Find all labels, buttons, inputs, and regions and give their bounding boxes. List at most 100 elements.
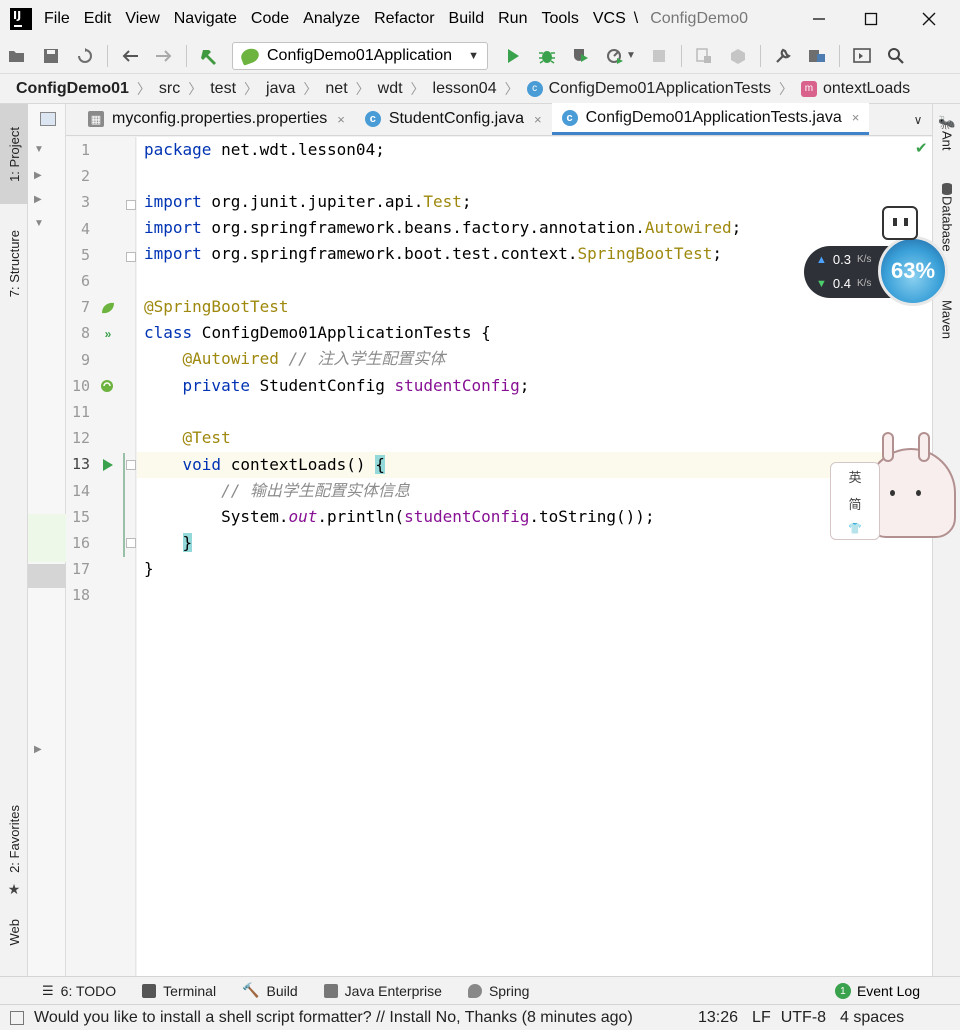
- menu-build[interactable]: Build: [449, 10, 485, 28]
- run-all-tests-icon[interactable]: »: [100, 326, 116, 342]
- debug-icon[interactable]: [536, 45, 558, 67]
- line-separator[interactable]: LF: [752, 1009, 771, 1027]
- line-number: 8: [80, 324, 90, 343]
- database-tool-tab[interactable]: Database: [933, 182, 960, 252]
- ant-tool-tab[interactable]: 🐜 Ant: [933, 114, 960, 151]
- tab-label: StudentConfig.java: [388, 110, 525, 127]
- menu-analyze[interactable]: Analyze: [303, 10, 360, 28]
- code-line-15: System.out.println(studentConfig.toStrin…: [144, 507, 655, 526]
- todo-tool-tab[interactable]: ☰ 6: TODO: [42, 983, 116, 999]
- ime-mode-sign[interactable]: 英 简 👕: [830, 462, 880, 540]
- breadcrumb: ConfigDemo01 〉 src 〉 test 〉 java 〉 net 〉…: [0, 74, 960, 104]
- back-arrow-icon[interactable]: [119, 45, 141, 67]
- menu-tools[interactable]: Tools: [541, 10, 578, 28]
- stop-icon[interactable]: [648, 45, 670, 67]
- fold-marker-icon[interactable]: [126, 460, 136, 470]
- tree-collapse-icon[interactable]: ▶: [34, 744, 42, 755]
- status-message[interactable]: Would you like to install a shell script…: [34, 1009, 684, 1027]
- tree-selected-row[interactable]: [28, 564, 66, 588]
- breadcrumb-src[interactable]: src: [159, 80, 180, 98]
- ime-language-indicator[interactable]: 英: [848, 467, 861, 486]
- menu-run[interactable]: Run: [498, 10, 527, 28]
- open-folder-icon[interactable]: [6, 45, 28, 67]
- spring-tool-tab[interactable]: Spring: [467, 983, 529, 999]
- java-enterprise-tool-tab[interactable]: Java Enterprise: [323, 983, 442, 999]
- ime-shirt-icon[interactable]: 👕: [848, 522, 862, 535]
- attach-debugger-icon[interactable]: [693, 45, 715, 67]
- build-hammer-icon[interactable]: [198, 45, 220, 67]
- sync-icon[interactable]: [74, 45, 96, 67]
- ime-script-indicator[interactable]: 简: [848, 494, 861, 513]
- run-icon[interactable]: [502, 45, 524, 67]
- close-icon[interactable]: ×: [852, 110, 860, 125]
- close-icon[interactable]: ×: [337, 112, 345, 127]
- tree-collapse-icon[interactable]: ▶: [34, 170, 42, 181]
- breadcrumb-test[interactable]: test: [210, 80, 236, 98]
- minimize-icon: [813, 18, 825, 20]
- tab-configdemo01applicationtests[interactable]: c ConfigDemo01ApplicationTests.java ×: [551, 103, 870, 135]
- menu-window[interactable]: \: [634, 10, 638, 28]
- menu-vcs[interactable]: VCS: [593, 10, 626, 28]
- save-all-icon[interactable]: [40, 45, 62, 67]
- menu-refactor[interactable]: Refactor: [374, 10, 434, 28]
- caret-position[interactable]: 13:26: [698, 1009, 738, 1027]
- fold-marker-icon[interactable]: [126, 200, 136, 210]
- close-icon[interactable]: ×: [534, 112, 542, 127]
- structure-tool-tab[interactable]: 7: Structure: [0, 214, 28, 314]
- web-tool-tab[interactable]: Web: [0, 912, 28, 952]
- ime-floating-toolbar[interactable]: 英 简 👕: [826, 432, 956, 544]
- fold-marker-icon[interactable]: [126, 252, 136, 262]
- menu-navigate[interactable]: Navigate: [174, 10, 237, 28]
- breadcrumb-class[interactable]: ConfigDemo01ApplicationTests: [549, 80, 771, 98]
- forward-arrow-icon[interactable]: [153, 45, 175, 67]
- minimize-button[interactable]: [808, 8, 830, 30]
- line-number: 4: [80, 219, 90, 238]
- breadcrumb-wdt[interactable]: wdt: [378, 80, 403, 98]
- search-icon[interactable]: [885, 45, 907, 67]
- fold-marker-icon[interactable]: [126, 538, 136, 548]
- deploy-icon[interactable]: [727, 45, 749, 67]
- menu-code[interactable]: Code: [251, 10, 289, 28]
- run-test-icon[interactable]: [100, 457, 116, 473]
- breadcrumb-method[interactable]: ontextLoads: [823, 80, 910, 98]
- line-number: 5: [80, 245, 90, 264]
- intellij-logo-icon: IJ: [10, 8, 32, 30]
- run-with-coverage-icon[interactable]: [570, 45, 592, 67]
- build-tool-tab[interactable]: 🔨 Build: [242, 982, 298, 999]
- panel-layout-icon[interactable]: [40, 112, 56, 126]
- menu-file[interactable]: File: [44, 10, 70, 28]
- tree-expand-icon[interactable]: ▼: [34, 144, 44, 155]
- tree-collapse-icon[interactable]: ▶: [34, 194, 42, 205]
- project-panel: ▼ ▶ ▶ ▼ ▶: [28, 104, 66, 976]
- maven-tool-tab[interactable]: Maven: [933, 300, 960, 339]
- memory-usage-gauge[interactable]: 63%: [878, 236, 948, 306]
- breadcrumb-lesson04[interactable]: lesson04: [433, 80, 497, 98]
- tab-studentconfig[interactable]: c StudentConfig.java ×: [355, 103, 552, 135]
- profile-dropdown-icon[interactable]: ▼: [626, 45, 636, 67]
- close-button[interactable]: [918, 8, 940, 30]
- maximize-button[interactable]: [860, 8, 882, 30]
- breadcrumb-java[interactable]: java: [266, 80, 295, 98]
- menu-edit[interactable]: Edit: [84, 10, 112, 28]
- breadcrumb-project[interactable]: ConfigDemo01: [16, 80, 129, 98]
- presentation-mode-icon[interactable]: [851, 45, 873, 67]
- menu-view[interactable]: View: [125, 10, 159, 28]
- indent-setting[interactable]: 4 spaces: [840, 1009, 904, 1027]
- file-encoding[interactable]: UTF-8: [781, 1009, 826, 1027]
- settings-wrench-icon[interactable]: [772, 45, 794, 67]
- tree-expand-icon[interactable]: ▼: [34, 218, 44, 229]
- profile-icon[interactable]: [604, 45, 626, 67]
- spring-bean-icon[interactable]: [100, 300, 116, 316]
- run-configuration-select[interactable]: ConfigDemo01Application ▼: [232, 41, 488, 70]
- status-panel-toggle[interactable]: [10, 1010, 24, 1025]
- breadcrumb-net[interactable]: net: [325, 80, 347, 98]
- project-tool-tab[interactable]: 1: Project: [0, 104, 28, 204]
- tabs-overflow-chevron-icon[interactable]: ∨: [904, 104, 932, 136]
- event-log-tool-tab[interactable]: 1 Event Log: [834, 977, 920, 1005]
- tab-myconfig-properties[interactable]: ▦ myconfig.properties.properties ×: [66, 103, 355, 135]
- terminal-tool-tab[interactable]: Terminal: [142, 983, 216, 999]
- favorites-tool-tab[interactable]: 2: Favorites: [0, 794, 28, 884]
- inspection-ok-checkmark-icon[interactable]: ✔: [915, 139, 928, 157]
- project-structure-icon[interactable]: [806, 45, 828, 67]
- autowired-bean-icon[interactable]: [100, 378, 116, 394]
